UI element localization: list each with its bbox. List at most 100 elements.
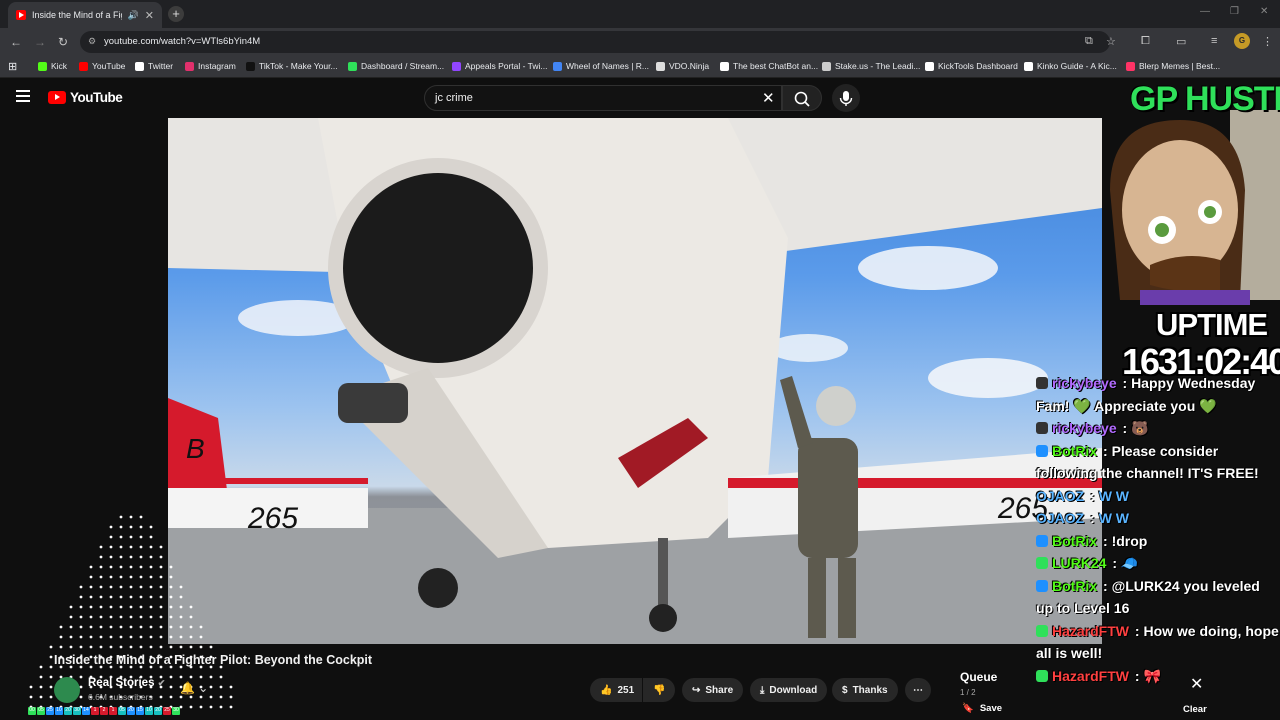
verified-icon: ✔ — [157, 678, 166, 688]
bookmark-icon — [553, 61, 562, 71]
bookmark-item[interactable]: Kick — [38, 61, 67, 71]
video-frame: B 265 265 — [168, 118, 1102, 644]
channel-name[interactable]: Real Stories ✔ — [88, 677, 165, 689]
like-button[interactable]: 👍 251 — [590, 678, 642, 702]
bookmark-item[interactable]: Kinko Guide - A Kic... — [1024, 61, 1117, 71]
microphone-icon — [839, 91, 853, 106]
status-chip: 10 — [145, 707, 153, 715]
bookmark-item[interactable]: VDO.Ninja — [656, 61, 709, 71]
youtube-play-icon — [48, 91, 66, 104]
bookmark-icon — [822, 61, 831, 71]
install-icon[interactable]: ⧉ — [1085, 35, 1093, 48]
status-chip: 20 — [154, 707, 162, 715]
status-chip: 14 — [82, 707, 90, 715]
close-window-icon[interactable]: ✕ — [1260, 6, 1268, 17]
chat-message: HazardFTW : How we doing, hope all is we… — [1036, 622, 1279, 661]
status-chip: 20 — [127, 707, 135, 715]
bookmark-item[interactable]: YouTube — [79, 61, 125, 71]
site-info-icon[interactable]: ⚙ — [88, 36, 96, 47]
menu-kebab-icon[interactable]: ⋮ — [1262, 35, 1273, 48]
bookmark-icon — [348, 61, 357, 71]
apps-grid-icon[interactable]: ⊞ — [8, 60, 17, 73]
chat-username: OJAOZ — [1036, 510, 1085, 526]
browser-tab[interactable]: Inside the Mind of a Fighter 🔊 ✕ — [8, 2, 162, 28]
profile-avatar[interactable]: G — [1234, 33, 1250, 49]
bookmark-item[interactable]: Stake.us - The Leadi... — [822, 61, 920, 71]
cast-icon[interactable]: ▭ — [1176, 35, 1186, 48]
dislike-button[interactable]: 👎 — [643, 678, 675, 702]
bookmark-item[interactable]: Blerp Memes | Best... — [1126, 61, 1220, 71]
bookmark-item[interactable]: Wheel of Names | R... — [553, 61, 649, 71]
bookmark-item[interactable]: Dashboard / Stream... — [348, 61, 444, 71]
chat-username: HazardFTW — [1052, 667, 1129, 684]
download-button[interactable]: ⤓ Download — [750, 678, 828, 702]
new-tab-button[interactable]: + — [168, 6, 184, 22]
status-chip: 05 — [37, 707, 45, 715]
bookmark-star-icon[interactable]: ☆ — [1106, 35, 1116, 48]
uptime-label: UPTIME — [1156, 307, 1268, 342]
channel-avatar[interactable] — [54, 677, 80, 703]
status-chip: 05 — [118, 707, 126, 715]
bookmark-item[interactable]: TikTok - Make Your... — [246, 61, 338, 71]
speaker-icon[interactable]: 🔊 — [128, 10, 139, 21]
bookmark-item[interactable]: Instagram — [185, 61, 236, 71]
status-chip: 30 — [73, 707, 81, 715]
more-actions-button[interactable]: ⋯ — [905, 678, 931, 702]
bookmark-item[interactable]: Twitter — [135, 61, 173, 71]
chat-text: W W — [1098, 510, 1130, 526]
search-button[interactable] — [782, 85, 822, 111]
chat-username: HazardFTW — [1052, 622, 1129, 639]
bookmark-item[interactable]: KickTools Dashboard — [925, 61, 1018, 71]
user-badge-icon — [1036, 377, 1048, 389]
minimize-icon[interactable]: — — [1200, 6, 1210, 17]
chat-message: OJAOZ : W W — [1036, 510, 1130, 526]
stream-status-bar: 00 05 25 10 20 30 14 1 2 1 05 20 15 10 20 25 30 — [28, 707, 180, 715]
chat-text: 🎀 — [1143, 667, 1161, 684]
user-badge-icon — [1036, 669, 1048, 682]
youtube-logo[interactable]: YouTube — [48, 90, 123, 105]
bookmark-icon — [79, 61, 88, 71]
thanks-icon: $ — [842, 684, 848, 696]
thanks-button[interactable]: $ Thanks — [832, 678, 898, 702]
bookmark-item[interactable]: The best ChatBot an... — [720, 61, 818, 71]
reload-icon[interactable]: ↻ — [58, 35, 68, 49]
back-icon[interactable]: ← — [10, 35, 22, 49]
user-badge-icon — [1036, 444, 1048, 457]
maximize-icon[interactable]: ❐ — [1230, 6, 1239, 17]
voice-search-button[interactable] — [832, 84, 860, 112]
queue-close-icon[interactable]: ✕ — [1190, 674, 1203, 694]
video-player[interactable]: B 265 265 — [168, 118, 1102, 644]
bookmark-icon — [1024, 61, 1033, 71]
queue-save-button[interactable]: 🔖 Save — [962, 703, 1002, 714]
clear-search-icon[interactable]: ✕ — [762, 89, 775, 107]
url-bar[interactable]: ⚙ youtube.com/watch?v=WTls6bYin4M — [80, 31, 1110, 53]
queue-count: 1 / 2 — [960, 688, 976, 697]
extensions-icon[interactable]: ⧠ — [1141, 35, 1150, 48]
chat-username: BotRix — [1052, 442, 1098, 459]
bookmarks-bar: ⊞ Kick YouTube Twitter Instagram TikTok … — [0, 56, 1280, 78]
youtube-favicon-icon — [16, 10, 26, 20]
bookmark-item[interactable]: Appeals Portal - Twi... — [452, 61, 548, 71]
chat-message: rickybeye : Happy Wednesday Fam! 💚 Appre… — [1036, 375, 1256, 414]
plane-number-left: 265 — [247, 502, 298, 535]
chat-text: W W — [1098, 487, 1130, 504]
share-button[interactable]: ↪ Share — [682, 678, 744, 702]
close-tab-icon[interactable]: ✕ — [145, 9, 154, 22]
status-chip: 25 — [46, 707, 54, 715]
forward-icon[interactable]: → — [34, 35, 46, 49]
chat-username: rickybeye — [1052, 375, 1117, 391]
notification-bell-button[interactable]: 🔔 ⌄ — [180, 681, 222, 701]
hamburger-menu-icon[interactable] — [16, 90, 30, 102]
url-text: youtube.com/watch?v=WTls6bYin4M — [104, 36, 261, 47]
queue-clear-button[interactable]: Clear — [1183, 704, 1207, 715]
subscriber-count: 6.6M subscribers — [88, 692, 153, 702]
bookmark-icon — [925, 61, 934, 71]
status-chip: 00 — [28, 707, 36, 715]
tail-letter: B — [186, 433, 205, 464]
channel-brand-text: GP HUSTLA — [1130, 80, 1280, 118]
chat-text: 🐻 — [1131, 420, 1149, 436]
search-input[interactable]: jc crime — [424, 85, 782, 111]
media-icon[interactable]: ≡ — [1211, 35, 1217, 47]
bookmark-icon — [185, 61, 194, 71]
bookmark-icon — [720, 61, 729, 71]
